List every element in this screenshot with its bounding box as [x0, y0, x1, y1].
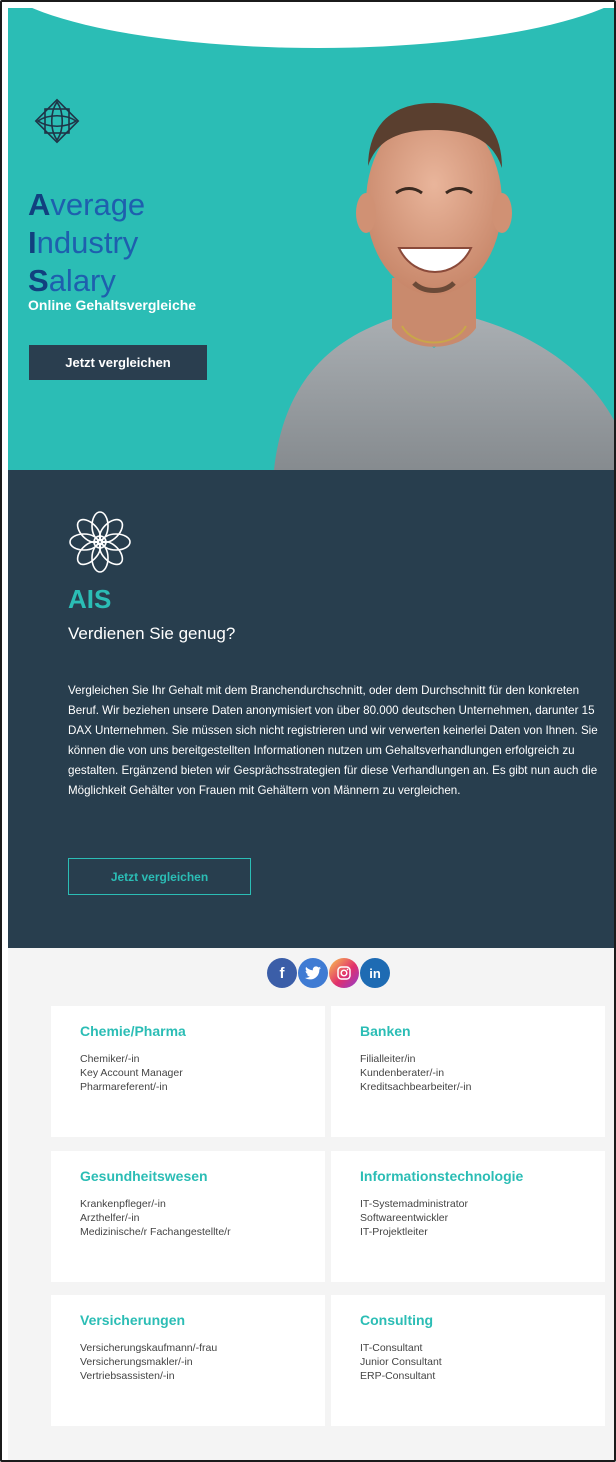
social-links: f in	[267, 958, 390, 988]
category-card[interactable]: Gesundheitswesen Krankenpfleger/-in Arzt…	[51, 1151, 325, 1282]
facebook-icon[interactable]: f	[267, 958, 297, 988]
about-title: AIS	[68, 584, 112, 614]
job-item[interactable]: Arzthelfer/-in	[80, 1211, 296, 1225]
job-item[interactable]: Kundenberater/-in	[360, 1066, 576, 1080]
job-item[interactable]: Chemiker/-in	[80, 1052, 296, 1066]
job-item[interactable]: Key Account Manager	[80, 1066, 296, 1080]
category-title[interactable]: Gesundheitswesen	[80, 1168, 296, 1184]
instagram-icon[interactable]	[329, 958, 359, 988]
category-title[interactable]: Versicherungen	[80, 1312, 296, 1328]
about-compare-button[interactable]: Jetzt vergleichen	[68, 858, 251, 895]
page-frame: Average Industry Salary Online Gehaltsve…	[0, 0, 616, 1462]
job-item[interactable]: Versicherungskaufmann/-frau	[80, 1341, 296, 1355]
hero-top-curve	[8, 8, 614, 48]
job-item[interactable]: Vertriebsassisten/-in	[80, 1369, 296, 1383]
job-item[interactable]: Medizinische/r Fachangestellte/r	[80, 1225, 296, 1239]
job-item[interactable]: IT-Consultant	[360, 1341, 576, 1355]
category-title[interactable]: Banken	[360, 1023, 576, 1039]
job-item[interactable]: Filialleiter/in	[360, 1052, 576, 1066]
job-item[interactable]: ERP-Consultant	[360, 1369, 576, 1383]
flower-mandala-logo-icon	[69, 511, 131, 573]
category-title[interactable]: Consulting	[360, 1312, 576, 1328]
category-card[interactable]: Banken Filialleiter/in Kundenberater/-in…	[331, 1006, 605, 1137]
job-item[interactable]: IT-Systemadministrator	[360, 1197, 576, 1211]
category-title[interactable]: Chemie/Pharma	[80, 1023, 296, 1039]
hero-banner: Average Industry Salary Online Gehaltsve…	[8, 8, 614, 470]
job-item[interactable]: Kreditsachbearbeiter/-in	[360, 1080, 576, 1094]
about-question: Verdienen Sie genug?	[68, 624, 236, 643]
job-item[interactable]: Versicherungsmakler/-in	[80, 1355, 296, 1369]
job-item[interactable]: Krankenpfleger/-in	[80, 1197, 296, 1211]
job-item[interactable]: Pharmareferent/-in	[80, 1080, 296, 1094]
job-item[interactable]: Softwareentwickler	[360, 1211, 576, 1225]
hero-brand-title: Average Industry Salary	[28, 187, 146, 298]
category-title[interactable]: Informationstechnologie	[360, 1168, 576, 1184]
diamond-knot-logo-icon	[34, 98, 80, 144]
category-card[interactable]: Chemie/Pharma Chemiker/-in Key Account M…	[51, 1006, 325, 1137]
category-card[interactable]: Consulting IT-Consultant Junior Consulta…	[331, 1295, 605, 1426]
smiling-man-photo	[274, 103, 614, 470]
job-item[interactable]: IT-Projektleiter	[360, 1225, 576, 1239]
job-item[interactable]: Junior Consultant	[360, 1355, 576, 1369]
category-card[interactable]: Versicherungen Versicherungskaufmann/-fr…	[51, 1295, 325, 1426]
about-description: Vergleichen Sie Ihr Gehalt mit dem Branc…	[68, 684, 598, 797]
twitter-icon[interactable]	[298, 958, 328, 988]
hero-compare-button[interactable]: Jetzt vergleichen	[29, 345, 207, 380]
hero-subtitle: Online Gehaltsvergleiche	[28, 297, 197, 313]
category-card[interactable]: Informationstechnologie IT-Systemadminis…	[331, 1151, 605, 1282]
linkedin-icon[interactable]: in	[360, 958, 390, 988]
